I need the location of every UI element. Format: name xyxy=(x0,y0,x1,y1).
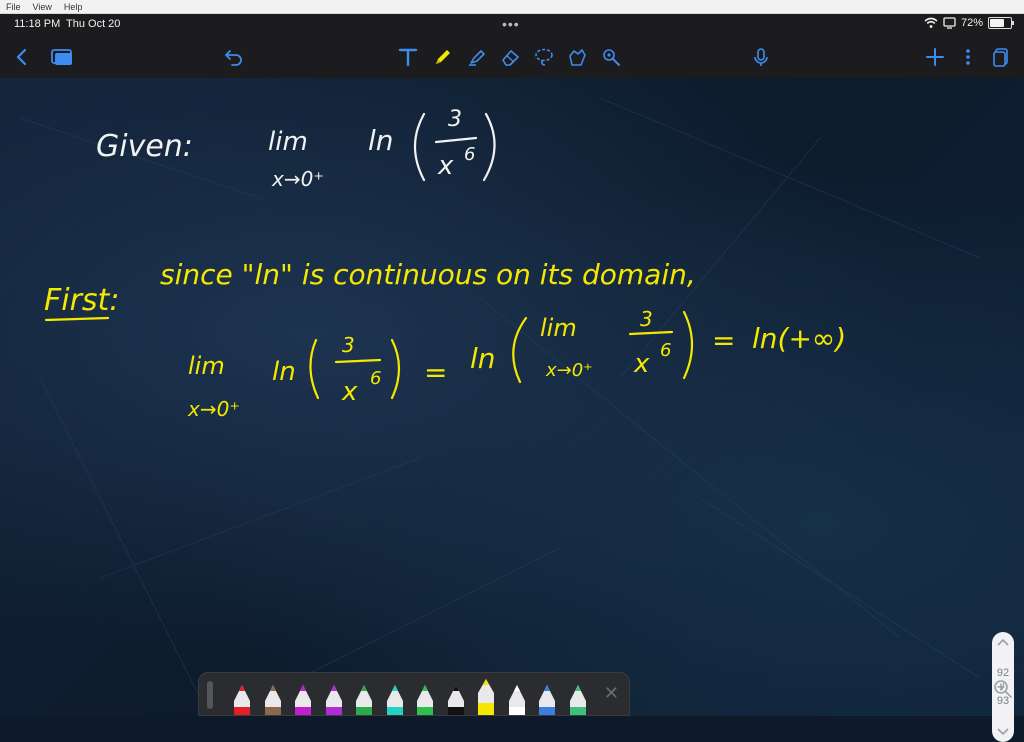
back-icon[interactable] xyxy=(10,45,34,69)
eq-exponent-mid: 6 xyxy=(660,340,671,361)
highlighter-icon[interactable] xyxy=(465,45,489,69)
menu-help[interactable]: Help xyxy=(64,2,83,12)
pen-tray: ✕ xyxy=(198,672,630,716)
add-icon[interactable] xyxy=(923,45,947,69)
given-label: Given: xyxy=(96,129,193,164)
status-right: 72% xyxy=(924,17,1014,29)
eq-equals-1: = xyxy=(424,356,447,389)
pen-tray-tool-1[interactable] xyxy=(231,675,253,715)
wifi-icon xyxy=(924,17,938,28)
status-time: 11:18 PM xyxy=(14,18,61,30)
eq-numerator-mid: 3 xyxy=(640,307,653,331)
eq-equals-2: = xyxy=(712,324,735,357)
pen-tray-tool-9[interactable] xyxy=(475,675,497,715)
status-date: Thu Oct 20 xyxy=(66,18,121,30)
menu-file[interactable]: File xyxy=(6,2,21,12)
given-fraction-bar xyxy=(434,136,478,144)
battery-percent: 72% xyxy=(960,17,983,29)
undo-icon[interactable] xyxy=(222,45,246,69)
eq-fraction-bar-mid xyxy=(628,330,674,336)
pen-tray-tool-2[interactable] xyxy=(262,675,284,715)
pen-tray-tool-11[interactable] xyxy=(536,675,558,715)
eraser-icon[interactable] xyxy=(498,45,522,69)
given-exponent: 6 xyxy=(464,144,475,165)
eq-limit-sub-mid: x→0⁺ xyxy=(545,360,593,381)
host-menubar: File View Help xyxy=(0,0,1024,14)
pen-tray-tool-12[interactable] xyxy=(567,675,589,715)
pen-tray-tool-6[interactable] xyxy=(384,675,406,715)
eq-exponent-left: 6 xyxy=(370,368,381,389)
given-open-paren xyxy=(414,112,426,182)
eq-open-paren-left xyxy=(309,338,320,400)
eq-numerator-left: 3 xyxy=(342,333,355,357)
tray-handle-icon[interactable] xyxy=(207,681,213,709)
zoom-icon[interactable] xyxy=(990,676,1016,702)
microphone-icon[interactable] xyxy=(749,45,773,69)
pen-tray-tool-4[interactable] xyxy=(323,675,345,715)
multitask-dots-icon[interactable]: ••• xyxy=(502,16,520,32)
given-limit-sub: x→0⁺ xyxy=(271,167,324,191)
copy-icon[interactable] xyxy=(989,45,1013,69)
pen-tray-tool-7[interactable] xyxy=(414,675,436,715)
pen-tray-tool-10[interactable] xyxy=(506,675,528,715)
more-icon[interactable] xyxy=(956,45,980,69)
first-underline xyxy=(44,316,110,322)
laser-icon[interactable] xyxy=(599,45,623,69)
battery-icon xyxy=(988,17,1014,29)
pen-tray-tool-3[interactable] xyxy=(292,675,314,715)
first-label: First: xyxy=(44,283,119,318)
since-sentence: since "ln" is continuous on its domain, xyxy=(160,258,696,291)
given-lim: lim xyxy=(268,127,308,157)
pen-tray-tool-8[interactable] xyxy=(445,675,467,715)
page-down-icon[interactable] xyxy=(997,728,1009,736)
screen-mirroring-icon xyxy=(943,17,956,29)
eq-fraction-bar-left xyxy=(334,358,382,364)
status-bar: 11:18 PM Thu Oct 20 ••• 72% xyxy=(0,14,1024,36)
shapes-icon[interactable] xyxy=(565,45,589,69)
eq-lim-left: lim xyxy=(188,352,225,380)
menu-view[interactable]: View xyxy=(33,2,52,12)
given-ln: ln xyxy=(368,124,394,157)
eq-result: ln(+∞) xyxy=(752,322,846,355)
eq-open-paren-mid xyxy=(512,316,528,384)
notes-toolbar xyxy=(0,36,1024,79)
eq-denominator-left: x xyxy=(341,377,358,407)
page-up-icon[interactable] xyxy=(997,638,1009,646)
lasso-icon[interactable] xyxy=(532,45,556,69)
eq-denominator-mid: x xyxy=(633,349,650,379)
pages-icon[interactable] xyxy=(48,45,76,69)
eq-limit-sub-left: x→0⁺ xyxy=(187,397,240,421)
given-denominator: x xyxy=(437,151,454,181)
eq-ln-left: ln xyxy=(272,357,296,387)
eq-close-paren-mid xyxy=(682,310,694,380)
eq-close-paren-left xyxy=(390,338,401,400)
tray-close-icon[interactable]: ✕ xyxy=(604,683,619,704)
pen-icon[interactable] xyxy=(431,45,455,69)
text-tool-icon[interactable] xyxy=(396,45,420,69)
note-canvas[interactable]: Given: lim x→0⁺ ln 3 x 6 First: since "l… xyxy=(0,78,1024,742)
eq-ln-mid: ln xyxy=(470,342,496,375)
handwriting-layer: Given: lim x→0⁺ ln 3 x 6 First: since "l… xyxy=(19,97,981,699)
eq-lim-mid: lim xyxy=(540,314,577,342)
given-numerator: 3 xyxy=(448,107,462,132)
pen-tray-tool-5[interactable] xyxy=(353,675,375,715)
given-close-paren xyxy=(482,112,496,182)
